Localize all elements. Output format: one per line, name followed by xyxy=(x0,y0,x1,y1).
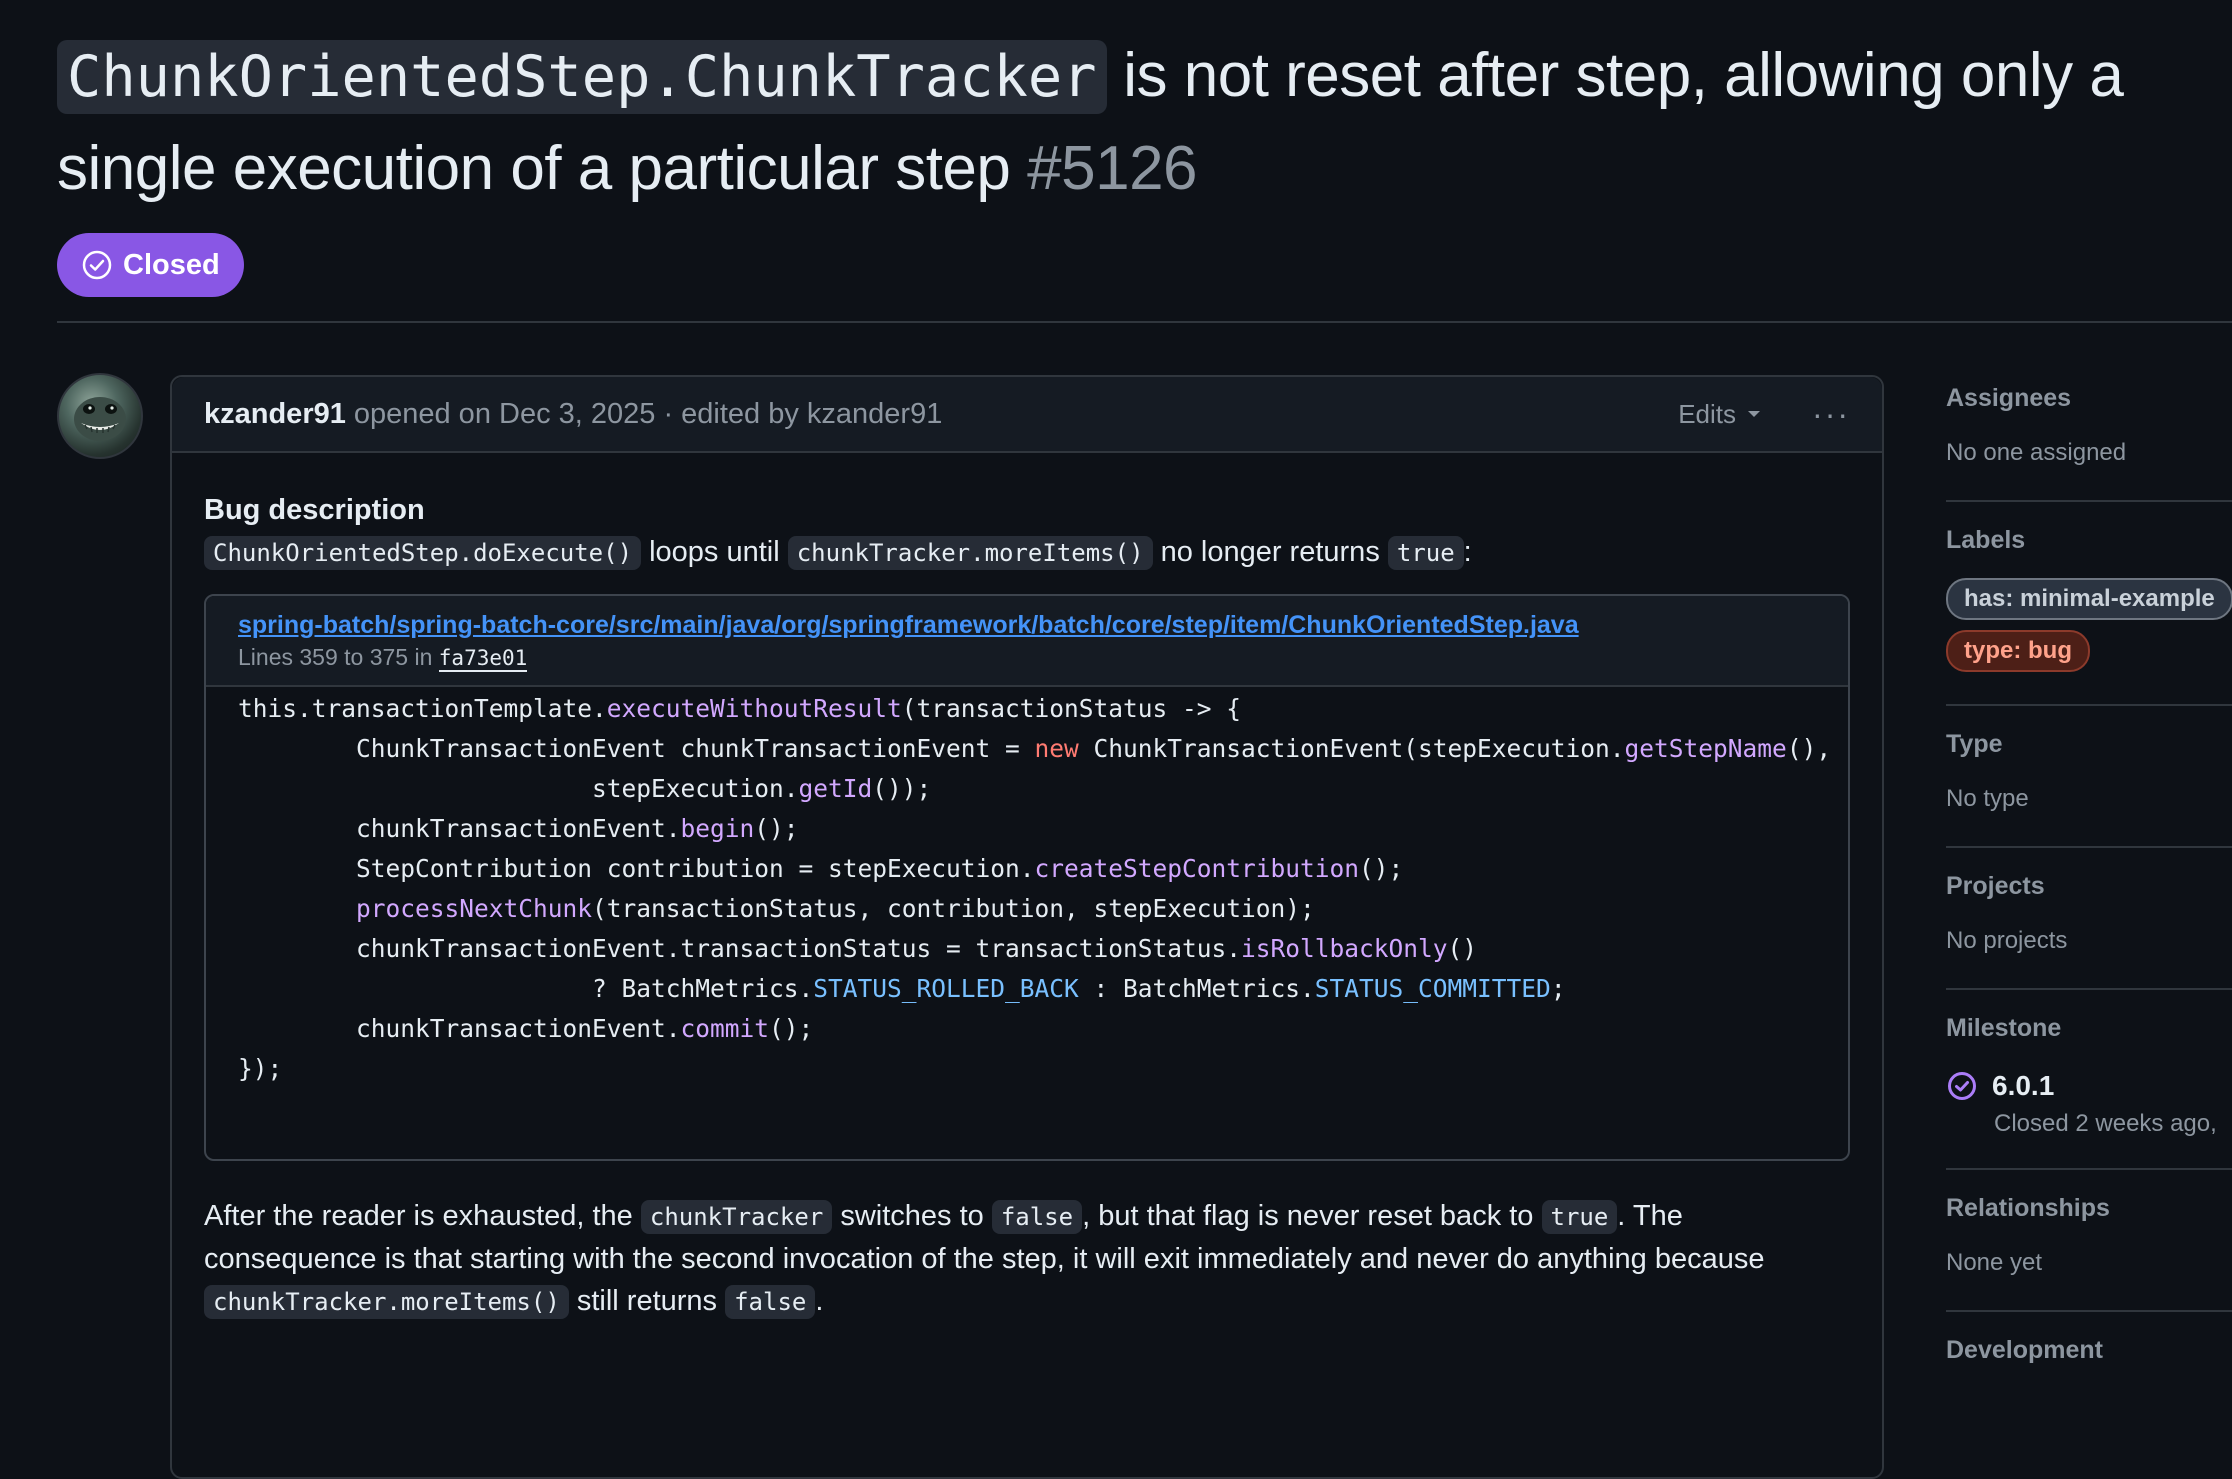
caret-down-icon xyxy=(1748,411,1761,417)
issue-title: ChunkOrientedStep.ChunkTracker is not re… xyxy=(57,30,2157,215)
assignees-heading[interactable]: Assignees xyxy=(1946,378,2232,418)
text: , but that flag is never reset back to xyxy=(1082,1200,1542,1232)
permalink-file-link[interactable]: spring-batch/spring-batch-core/src/main/… xyxy=(238,608,1816,642)
milestone-closed-icon xyxy=(1948,1072,1976,1100)
issue-state-badge: Closed xyxy=(57,233,244,297)
type-value: No type xyxy=(1946,785,2029,812)
avatar-image xyxy=(74,397,126,441)
issue-comment: kzander91 opened on Dec 3, 2025 · edited… xyxy=(170,375,1884,1479)
sidebar-development: Development xyxy=(1946,1312,2232,1370)
projects-value: No projects xyxy=(1946,927,2068,954)
sidebar-type: Type No type xyxy=(1946,706,2232,848)
development-heading[interactable]: Development xyxy=(1946,1330,2232,1370)
label-minimal-example[interactable]: has: minimal-example xyxy=(1946,578,2232,620)
comment-author[interactable]: kzander91 xyxy=(204,398,346,431)
text: loops until xyxy=(641,536,788,568)
edits-label: Edits xyxy=(1678,398,1737,429)
sidebar-milestone: Milestone 6.0.1 Closed 2 weeks ago, xyxy=(1946,990,2232,1170)
inline-code: chunkTracker.moreItems() xyxy=(787,536,1153,570)
text: . xyxy=(815,1285,824,1317)
text: switches to xyxy=(832,1200,992,1232)
header-divider xyxy=(57,321,2232,323)
check-circle-icon xyxy=(82,250,112,280)
labels-list: has: minimal-example xyxy=(1946,578,2232,620)
code-permalink: spring-batch/spring-batch-core/src/main/… xyxy=(204,594,1850,1161)
more-options-button[interactable]: ··· xyxy=(1812,396,1850,433)
projects-heading[interactable]: Projects xyxy=(1946,866,2232,906)
labels-heading[interactable]: Labels xyxy=(1946,520,2232,560)
milestone-heading[interactable]: Milestone xyxy=(1946,1008,2232,1048)
comment-body: Bug description ChunkOrientedStep.doExec… xyxy=(172,453,1882,1323)
assignees-value: No one assigned xyxy=(1946,439,2127,466)
lines-text: Lines 359 to 375 in xyxy=(238,644,439,670)
sidebar-projects: Projects No projects xyxy=(1946,848,2232,990)
bug-description-heading: Bug description xyxy=(204,494,425,526)
inline-code: true xyxy=(1387,536,1464,570)
relationships-value: None yet xyxy=(1946,1249,2043,1276)
explanation-paragraph: After the reader is exhausted, the chunk… xyxy=(204,1195,1850,1323)
sidebar-relationships: Relationships None yet xyxy=(1946,1170,2232,1312)
milestone-item[interactable]: 6.0.1 xyxy=(1946,1070,2232,1102)
inline-code: chunkTracker xyxy=(640,1200,833,1234)
commit-sha-link[interactable]: fa73e01 xyxy=(438,646,528,672)
inline-code: ChunkOrientedStep.doExecute() xyxy=(204,536,642,570)
permalink-header: spring-batch/spring-batch-core/src/main/… xyxy=(206,596,1848,687)
milestone-status: Closed 2 weeks ago, xyxy=(1994,1110,2217,1137)
permalink-lines: Lines 359 to 375 in fa73e01 xyxy=(238,642,1816,673)
inline-code: false xyxy=(725,1285,816,1319)
inline-code: true xyxy=(1541,1200,1618,1234)
issue-title-code: ChunkOrientedStep.ChunkTracker xyxy=(57,40,1107,114)
text: still returns xyxy=(568,1285,726,1317)
intro-paragraph: ChunkOrientedStep.doExecute() loops unti… xyxy=(204,531,1850,574)
sidebar-assignees: Assignees No one assigned xyxy=(1946,372,2232,502)
inline-code: chunkTracker.moreItems() xyxy=(204,1285,569,1319)
issue-state-label: Closed xyxy=(123,248,220,281)
type-heading[interactable]: Type xyxy=(1946,724,2232,764)
text: no longer returns xyxy=(1152,536,1388,568)
relationships-heading[interactable]: Relationships xyxy=(1946,1188,2232,1228)
code-snippet: this.transactionTemplate.executeWithoutR… xyxy=(238,694,1832,1083)
comment-header: kzander91 opened on Dec 3, 2025 · edited… xyxy=(172,377,1882,453)
edits-dropdown[interactable]: Edits xyxy=(1678,399,1762,430)
text: : xyxy=(1463,536,1472,568)
comment-meta: opened on Dec 3, 2025 · edited by kzande… xyxy=(353,397,943,430)
text: After the reader is exhausted, the xyxy=(204,1200,641,1232)
issue-sidebar: Assignees No one assigned Labels has: mi… xyxy=(1946,372,2232,1370)
sidebar-labels: Labels has: minimal-example type: bug xyxy=(1946,502,2232,706)
avatar[interactable] xyxy=(57,373,143,459)
labels-list-row2: type: bug xyxy=(1946,630,2232,672)
issue-number: #5126 xyxy=(1027,134,1198,203)
inline-code: false xyxy=(991,1200,1083,1234)
milestone-name[interactable]: 6.0.1 xyxy=(1992,1070,2054,1102)
label-type-bug[interactable]: type: bug xyxy=(1946,630,2090,672)
